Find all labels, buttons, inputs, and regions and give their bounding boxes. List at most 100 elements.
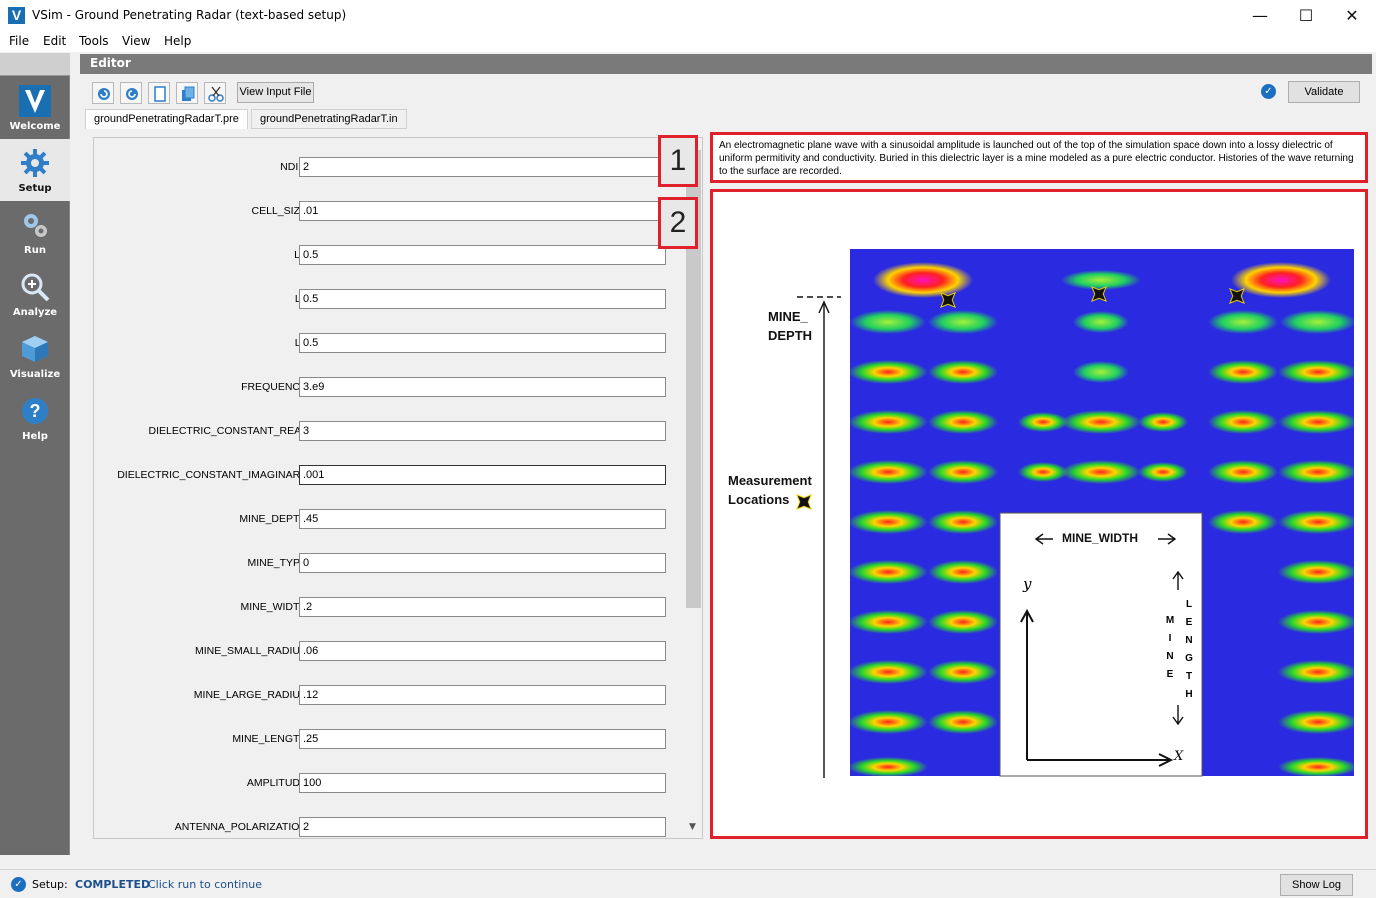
tab-pre-file[interactable]: groundPenetratingRadarT.pre [85, 109, 248, 129]
description-panel: An electromagnetic plane wave with a sin… [710, 132, 1368, 183]
lx-field[interactable] [299, 245, 666, 265]
mine-type-field[interactable] [299, 553, 666, 573]
scroll-down-arrow-icon[interactable]: ▼ [689, 822, 696, 832]
mine-letter: E [1166, 669, 1174, 680]
field-label: MINE_SMALL_RADIUS [194, 645, 307, 657]
form-row: NDIM [94, 157, 684, 179]
menu-help[interactable]: Help [164, 34, 191, 48]
mine-small-radius-field[interactable] [299, 641, 666, 661]
y-axis-label: y [1023, 575, 1032, 593]
menu-view[interactable]: View [122, 34, 150, 48]
check-icon: ✓ [11, 877, 26, 892]
length-vertical-label: L E N G T H [1183, 596, 1195, 704]
ndim-field[interactable] [299, 157, 666, 177]
field-label: MINE_DEPTH [239, 513, 307, 525]
form-row: MINE_TYPE [94, 553, 684, 575]
mine-width-field[interactable] [299, 597, 666, 617]
length-letter: L [1185, 599, 1193, 610]
view-input-file-button[interactable]: View Input File [237, 82, 314, 103]
form-row: FREQUENCY [94, 377, 684, 399]
status-state: COMPLETED [75, 878, 151, 891]
cube-icon [19, 333, 51, 365]
form-row: MINE_DEPTH [94, 509, 684, 531]
mine-depth-label: MINE_ [768, 309, 808, 324]
callout-badge-1: 1 [658, 135, 698, 187]
form-row: AMPLITUDE [94, 773, 684, 795]
form-row: DIELECTRIC_CONSTANT_IMAGINARY [94, 465, 684, 487]
mine-depth-field[interactable] [299, 509, 666, 529]
form-row: LX [94, 245, 684, 267]
field-label: ANTENNA_POLARIZATION [174, 821, 307, 833]
show-log-button[interactable]: Show Log [1280, 874, 1353, 896]
nav-setup[interactable]: Setup [0, 139, 70, 201]
measurement-label: Measurement [728, 473, 812, 488]
minimize-button[interactable]: — [1237, 0, 1283, 31]
mine-vertical-label: M I N E [1164, 612, 1176, 684]
x-axis-label: X [1174, 749, 1184, 764]
form-row: LZ [94, 333, 684, 355]
cut-button[interactable] [204, 82, 226, 104]
form-row: LY [94, 289, 684, 311]
gear-icon [19, 147, 51, 179]
field-label: MINE_WIDTH [240, 601, 308, 613]
nav-setup-label: Setup [18, 183, 52, 194]
locations-label: Locations [728, 492, 790, 507]
field-label: MINE_LARGE_RADIUS [193, 689, 307, 701]
check-icon: ✓ [1261, 84, 1276, 99]
ly-field[interactable] [299, 289, 666, 309]
nav-run-label: Run [24, 245, 46, 256]
length-letter: G [1185, 653, 1193, 664]
validate-button[interactable]: Validate [1288, 81, 1360, 103]
length-letter: N [1185, 635, 1193, 646]
length-letter: E [1185, 617, 1193, 628]
frequency-field[interactable] [299, 377, 666, 397]
form-row: ANTENNA_POLARIZATION [94, 817, 684, 838]
tab-in-file[interactable]: groundPenetratingRadarT.in [251, 109, 407, 129]
field-label: AMPLITUDE [246, 777, 307, 789]
mine-letter: I [1168, 633, 1172, 644]
form-row: MINE_LARGE_RADIUS [94, 685, 684, 707]
form-row: MINE_SMALL_RADIUS [94, 641, 684, 663]
maximize-button[interactable]: ☐ [1283, 0, 1329, 31]
nav-help[interactable]: ? Help [0, 387, 70, 449]
menu-edit[interactable]: Edit [43, 34, 66, 48]
reload-button[interactable] [92, 82, 114, 104]
mine-letter: M [1165, 615, 1175, 626]
new-file-button[interactable] [148, 82, 170, 104]
field-label: FREQUENCY [241, 381, 307, 393]
mine-length-field[interactable] [299, 729, 666, 749]
title-bar: V VSim - Ground Penetrating Radar (text-… [0, 0, 1376, 31]
gears-icon [19, 209, 51, 241]
mine-large-radius-field[interactable] [299, 685, 666, 705]
lz-field[interactable] [299, 333, 666, 353]
nav-run[interactable]: Run [0, 201, 70, 263]
magnifier-icon [19, 271, 51, 303]
mine-depth-label-2: DEPTH [768, 328, 813, 343]
form-row: MINE_WIDTH [94, 597, 684, 619]
callout-badge-2: 2 [658, 197, 698, 249]
cell-size-field[interactable] [299, 201, 666, 221]
field-label: DIELECTRIC_CONSTANT_IMAGINARY [117, 469, 307, 481]
question-icon: ? [19, 395, 51, 427]
amplitude-field[interactable] [299, 773, 666, 793]
dielectric-constant-imaginary-field[interactable] [299, 465, 666, 485]
refresh-button[interactable] [120, 82, 142, 104]
vsim-logo-icon: V [8, 7, 25, 24]
menu-file[interactable]: File [9, 34, 29, 48]
dielectric-constant-real-field[interactable] [299, 421, 666, 441]
close-button[interactable]: ✕ [1329, 0, 1375, 31]
length-letter: T [1185, 671, 1193, 682]
antenna-polarization-field[interactable] [299, 817, 666, 837]
menu-tools[interactable]: Tools [79, 34, 109, 48]
nav-welcome[interactable]: Welcome [0, 77, 70, 139]
mine-width-label: MINE_WIDTH [1062, 531, 1138, 545]
field-heatmap-image [796, 249, 1354, 778]
status-label: Setup: [32, 878, 68, 891]
nav-visualize[interactable]: Visualize [0, 325, 70, 387]
nav-analyze[interactable]: Analyze [0, 263, 70, 325]
window-title: VSim - Ground Penetrating Radar (text-ba… [32, 8, 347, 22]
editor-header: Editor [80, 54, 1372, 74]
copy-button[interactable] [176, 82, 198, 104]
field-label: DIELECTRIC_CONSTANT_REAL [148, 425, 307, 437]
status-message: Click run to continue [148, 878, 263, 891]
